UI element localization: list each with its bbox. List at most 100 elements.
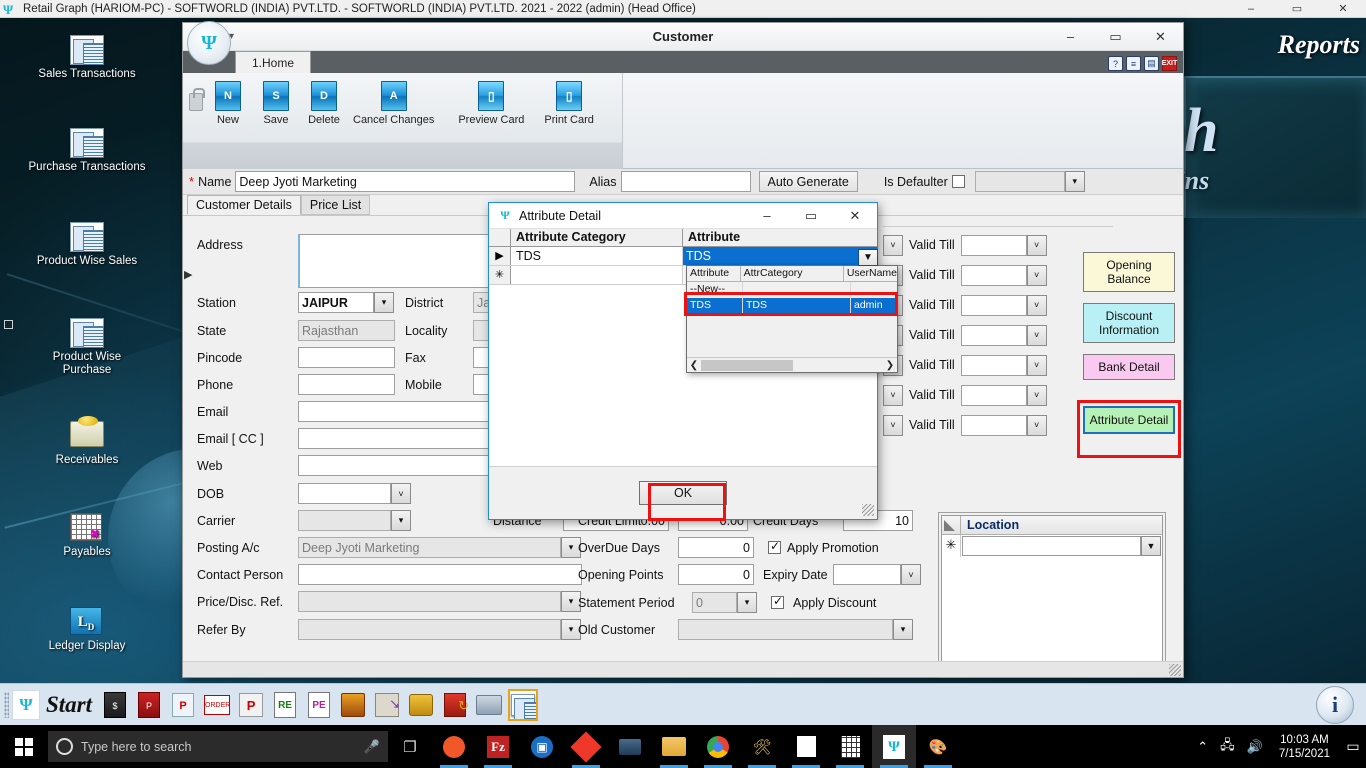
chevron-down-icon[interactable]: ˅ <box>883 234 903 256</box>
opening-balance-button[interactable]: Opening Balance <box>1083 252 1175 292</box>
tab-price-list[interactable]: Price List <box>300 195 371 215</box>
auto-generate-button[interactable]: Auto Generate <box>758 171 858 192</box>
is-defaulter-checkbox[interactable] <box>951 175 965 188</box>
chevron-down-icon[interactable]: ˅ <box>1026 414 1047 436</box>
valid-till-input[interactable] <box>960 384 1027 406</box>
chevron-down-icon[interactable]: ˅ <box>883 384 903 406</box>
attribute-maximize-button[interactable]: ▭ <box>789 203 833 229</box>
discount-information-button[interactable]: Discount Information <box>1083 303 1175 343</box>
network-icon[interactable]: 🖧 <box>1214 736 1241 758</box>
page-setup-icon[interactable]: ▤ <box>1144 56 1159 71</box>
chevron-down-icon[interactable]: ˅ <box>391 483 411 504</box>
app-close-button[interactable]: ✕ <box>1320 0 1366 18</box>
app-maximize-button[interactable]: ▭ <box>1274 0 1320 18</box>
dropdown-horizontal-scrollbar[interactable]: ❮ ❯ <box>687 357 897 372</box>
column-header-attribute[interactable]: Attribute <box>683 229 877 246</box>
purchase-order-icon[interactable]: P <box>236 689 266 721</box>
taskbar-clock[interactable]: 10:03 AM 7/15/2021 <box>1269 733 1340 761</box>
dob-input[interactable] <box>298 483 391 504</box>
defaulter-reason-input[interactable] <box>974 171 1065 192</box>
table-row[interactable]: ▶ TDS TDS <box>489 247 877 266</box>
chevron-down-icon[interactable]: ▾ <box>391 510 411 531</box>
valid-till-input[interactable] <box>960 264 1027 286</box>
sale-voucher-icon[interactable]: $ <box>100 689 130 721</box>
desktop-icon-payables[interactable]: Payables <box>27 513 147 559</box>
valid-till-input[interactable] <box>960 234 1027 256</box>
desktop-icon-ledger-display[interactable]: LD Ledger Display <box>27 607 147 653</box>
about-icon[interactable]: ≡ <box>1126 56 1141 71</box>
posting-ac-input[interactable] <box>298 537 561 558</box>
location-input[interactable] <box>962 536 1141 556</box>
phone-input[interactable] <box>298 374 395 395</box>
volume-icon[interactable]: 🔊 <box>1241 739 1269 755</box>
refer-by-input[interactable] <box>298 619 561 640</box>
print-card-button[interactable]: ▯ Print Card <box>540 79 598 126</box>
apply-promotion-checkbox[interactable] <box>768 539 781 554</box>
bank-transfer-icon[interactable]: ↘ <box>372 689 402 721</box>
cell-attribute[interactable]: TDS <box>683 247 877 265</box>
cell-attribute-category[interactable] <box>511 266 683 284</box>
attribute-minimize-button[interactable]: – <box>745 203 789 229</box>
old-customer-input[interactable] <box>678 619 893 640</box>
scroll-left-icon[interactable]: ❮ <box>687 360 701 371</box>
carrier-input[interactable] <box>298 510 391 531</box>
cash-book-icon[interactable] <box>338 689 368 721</box>
info-icon[interactable]: i <box>1316 685 1354 724</box>
search-input[interactable]: Type here to search 🎤 <box>48 731 388 762</box>
attribute-combo-open-button[interactable]: ▼ <box>858 249 878 266</box>
chevron-down-icon[interactable]: ▾ <box>893 619 913 640</box>
valid-till-input[interactable] <box>960 354 1027 376</box>
column-header-attribute-category[interactable]: Attribute Category <box>511 229 683 246</box>
chevron-down-icon[interactable]: ˅ <box>1026 294 1047 316</box>
printer-icon[interactable] <box>474 689 504 721</box>
opera-icon[interactable] <box>432 725 476 768</box>
location-new-row[interactable]: ✳ ▼ <box>942 535 1162 557</box>
station-input[interactable] <box>298 292 374 313</box>
teamviewer-icon[interactable] <box>608 725 652 768</box>
preview-card-button[interactable]: ▯ Preview Card <box>454 79 528 126</box>
chevron-down-icon[interactable]: ▾ <box>737 592 757 613</box>
payment-entry-icon[interactable]: PE <box>304 689 334 721</box>
scroll-right-icon[interactable]: ❯ <box>883 360 897 371</box>
resize-grip-icon[interactable] <box>862 504 874 516</box>
chevron-down-icon[interactable]: ▼ <box>1141 536 1161 556</box>
desktop-icon-product-wise-purchase[interactable]: Product Wise Purchase <box>27 318 147 377</box>
valid-till-input[interactable] <box>960 414 1027 436</box>
chevron-down-icon[interactable]: ˅ <box>1026 324 1047 346</box>
stock-transfer-icon[interactable]: ↻ <box>440 689 470 721</box>
name-input[interactable] <box>235 171 576 192</box>
purchase-voucher-icon[interactable]: P <box>134 689 164 721</box>
expiry-date-input[interactable] <box>833 564 901 585</box>
calculator-icon[interactable] <box>828 725 872 768</box>
receipt-entry-icon[interactable]: RE <box>270 689 300 721</box>
valid-till-input[interactable] <box>960 324 1027 346</box>
app-minimize-button[interactable]: – <box>1228 0 1274 18</box>
cancel-changes-button[interactable]: A Cancel Changes <box>349 79 438 126</box>
tab-home[interactable]: 1.Home <box>235 51 312 73</box>
chevron-down-icon[interactable]: ˅ <box>883 414 903 436</box>
alias-input[interactable] <box>620 171 751 192</box>
chevron-down-icon[interactable]: ˅ <box>1026 264 1047 286</box>
paint-icon[interactable]: 🎨 <box>916 725 960 768</box>
overdue-days-input[interactable] <box>678 537 754 558</box>
delete-button[interactable]: D Delete <box>301 79 347 126</box>
foxit-icon[interactable] <box>564 725 608 768</box>
pincode-input[interactable] <box>298 347 395 368</box>
filezilla-icon[interactable]: Fz <box>476 725 520 768</box>
desktop-icon-purchase-transactions[interactable]: Purchase Transactions <box>27 128 147 174</box>
cell-attribute-category[interactable]: TDS <box>511 247 683 265</box>
price-disc-ref-input[interactable] <box>298 591 561 612</box>
bank-detail-button[interactable]: Bank Detail <box>1083 354 1175 380</box>
valid-till-input[interactable] <box>960 294 1027 316</box>
desktop-icon-receivables[interactable]: Receivables <box>27 416 147 467</box>
payment-icon[interactable]: P <box>168 689 198 721</box>
contact-person-input[interactable] <box>298 564 582 585</box>
help-icon[interactable]: ? <box>1108 56 1123 71</box>
chevron-down-icon[interactable]: ˅ <box>1026 234 1047 256</box>
opening-points-input[interactable] <box>678 564 754 585</box>
attribute-close-button[interactable]: ✕ <box>833 203 877 229</box>
file-explorer-icon[interactable] <box>652 725 696 768</box>
order-book-icon[interactable]: ORDER <box>202 689 232 721</box>
calculator-money-icon[interactable] <box>406 689 436 721</box>
tools-icon[interactable]: 🛠 <box>740 725 784 768</box>
